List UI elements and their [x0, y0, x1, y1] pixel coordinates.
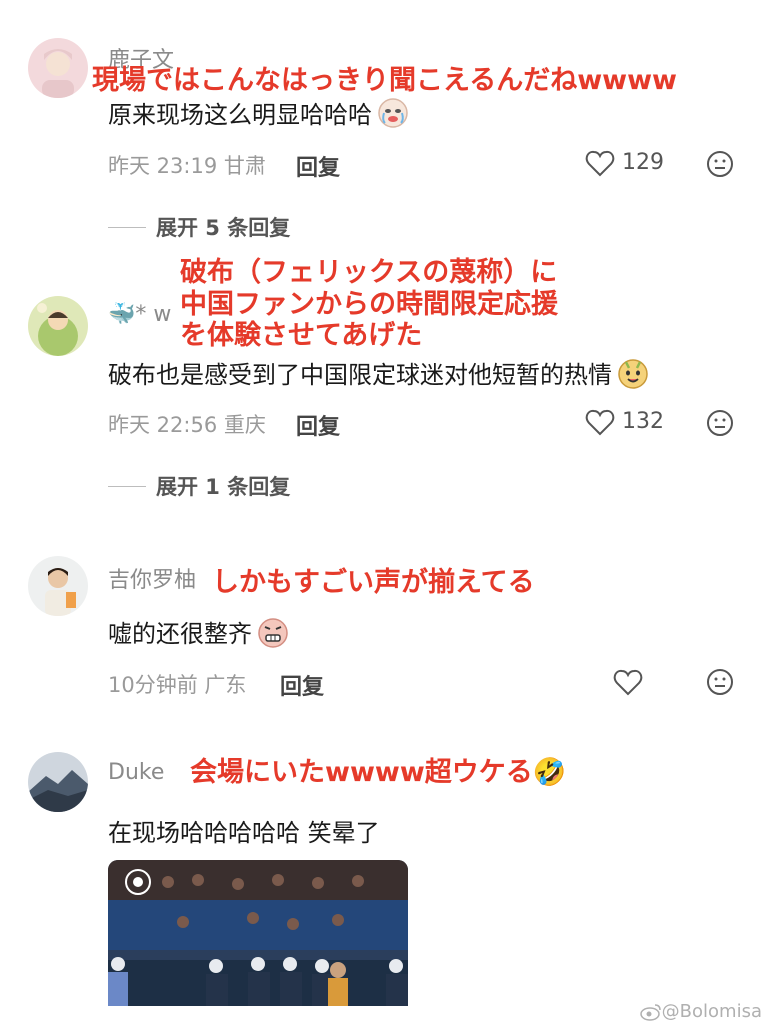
comment-meta: 10分钟前 广东 [108, 673, 247, 697]
face-icon[interactable] [705, 667, 735, 697]
heart-icon[interactable] [585, 149, 615, 177]
translation-overlay: しかもすごい声が揃えてる [212, 567, 535, 598]
expand-replies-button[interactable]: 展开 1 条回复 [108, 471, 290, 501]
reply-button[interactable]: 回复 [296, 409, 340, 441]
reply-button[interactable]: 回复 [280, 669, 324, 701]
grimacing-pig-emoji-icon [258, 617, 288, 648]
comment-text: 破布也是感受到了中国限定球迷对他短暂的热情 [108, 355, 650, 390]
avatar[interactable] [28, 752, 88, 812]
smiling-dog-emoji-icon [618, 358, 648, 389]
reply-button[interactable]: 回复 [296, 150, 340, 182]
username[interactable]: 🐳* w [108, 302, 171, 327]
translation-overlay-line: 破布（フェリックスの蔑称）に [180, 257, 558, 288]
weibo-icon [639, 1003, 661, 1021]
heart-icon[interactable] [585, 408, 615, 436]
face-icon[interactable] [705, 408, 735, 438]
comment-meta: 昨天 22:56 重庆 [108, 413, 266, 437]
translation-overlay: 現場ではこんなはっきり聞こえるんだねwwww [92, 65, 677, 96]
comment-meta: 昨天 23:19 甘肃 [108, 154, 266, 178]
comment-photo[interactable] [108, 860, 408, 1006]
username[interactable]: Duke [108, 760, 164, 785]
face-icon[interactable] [705, 149, 735, 179]
comment-text: 在现场哈哈哈哈哈 笑晕了 [108, 819, 380, 847]
translation-overlay-line: を体験させてあげた [180, 320, 423, 351]
like-count: 129 [622, 150, 664, 175]
comment-text: 原来现场这么明显哈哈哈 [108, 95, 410, 130]
comment-text: 嘘的还很整齐 [108, 614, 290, 649]
avatar[interactable] [28, 556, 88, 616]
like-count: 132 [622, 409, 664, 434]
username[interactable]: 吉你罗柚 [108, 562, 196, 594]
crying-laugh-emoji-icon [378, 97, 408, 128]
translation-overlay-line: 中国ファンからの時間限定応援 [180, 289, 558, 320]
weibo-watermark: @Bolomisa [639, 1001, 762, 1022]
avatar[interactable] [28, 38, 88, 98]
translation-overlay: 会場にいたwwww超ウケる🤣 [190, 757, 567, 788]
expand-replies-button[interactable]: 展开 5 条回复 [108, 212, 290, 242]
heart-icon[interactable] [613, 668, 643, 696]
avatar[interactable] [28, 296, 88, 356]
